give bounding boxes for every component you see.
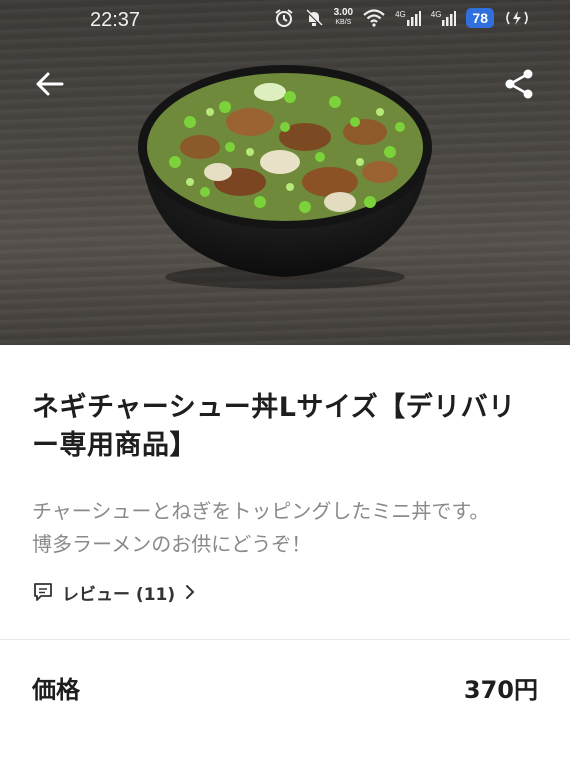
- signal-bars-icon: [442, 11, 457, 26]
- status-time: 22:37: [90, 9, 141, 31]
- product-details: ネギチャーシュー丼Lサイズ【デリバリー専用商品】 チャーシューとねぎをトッピング…: [0, 389, 570, 607]
- share-icon: [505, 69, 533, 99]
- wifi-icon: [363, 9, 385, 27]
- back-button[interactable]: [30, 64, 70, 104]
- status-bar: 22:37 3.00 KB/S 4G 4G 78: [0, 0, 570, 40]
- price-value: 370円: [463, 675, 538, 704]
- chevron-right-icon: [186, 585, 195, 599]
- network-type-1: 4G: [395, 10, 406, 19]
- comment-icon: [34, 583, 52, 601]
- alarm-icon: [275, 9, 293, 27]
- status-icons: 3.00 KB/S 4G 4G 78: [274, 8, 530, 28]
- product-description: チャーシューとねぎをトッピングしたミニ丼です。 博多ラーメンのお供にどうぞ！: [32, 499, 490, 556]
- product-image: 22:37 3.00 KB/S 4G 4G 78: [0, 0, 570, 345]
- share-button[interactable]: [500, 64, 540, 104]
- mute-icon: [304, 9, 323, 27]
- network-type-2: 4G: [430, 10, 442, 19]
- signal-1: 4G: [395, 10, 421, 26]
- review-link[interactable]: レビュー (11): [32, 577, 538, 607]
- price-row: 価格 370円: [0, 640, 570, 734]
- review-label: レビュー (11): [62, 584, 176, 605]
- donburi-bowl-image: [138, 65, 432, 289]
- price-label: 価格: [32, 675, 80, 704]
- charging-icon: [506, 11, 528, 25]
- battery-level: 78: [466, 8, 494, 28]
- net-speed-unit: KB/S: [335, 19, 352, 26]
- net-speed: 3.00 KB/S: [334, 8, 353, 28]
- signal-2: 4G: [431, 10, 457, 26]
- signal-bars-icon: [406, 11, 421, 26]
- arrow-left-icon: [36, 72, 64, 96]
- product-title: ネギチャーシュー丼Lサイズ【デリバリー専用商品】: [32, 392, 516, 461]
- net-speed-value: 3.00: [333, 7, 354, 18]
